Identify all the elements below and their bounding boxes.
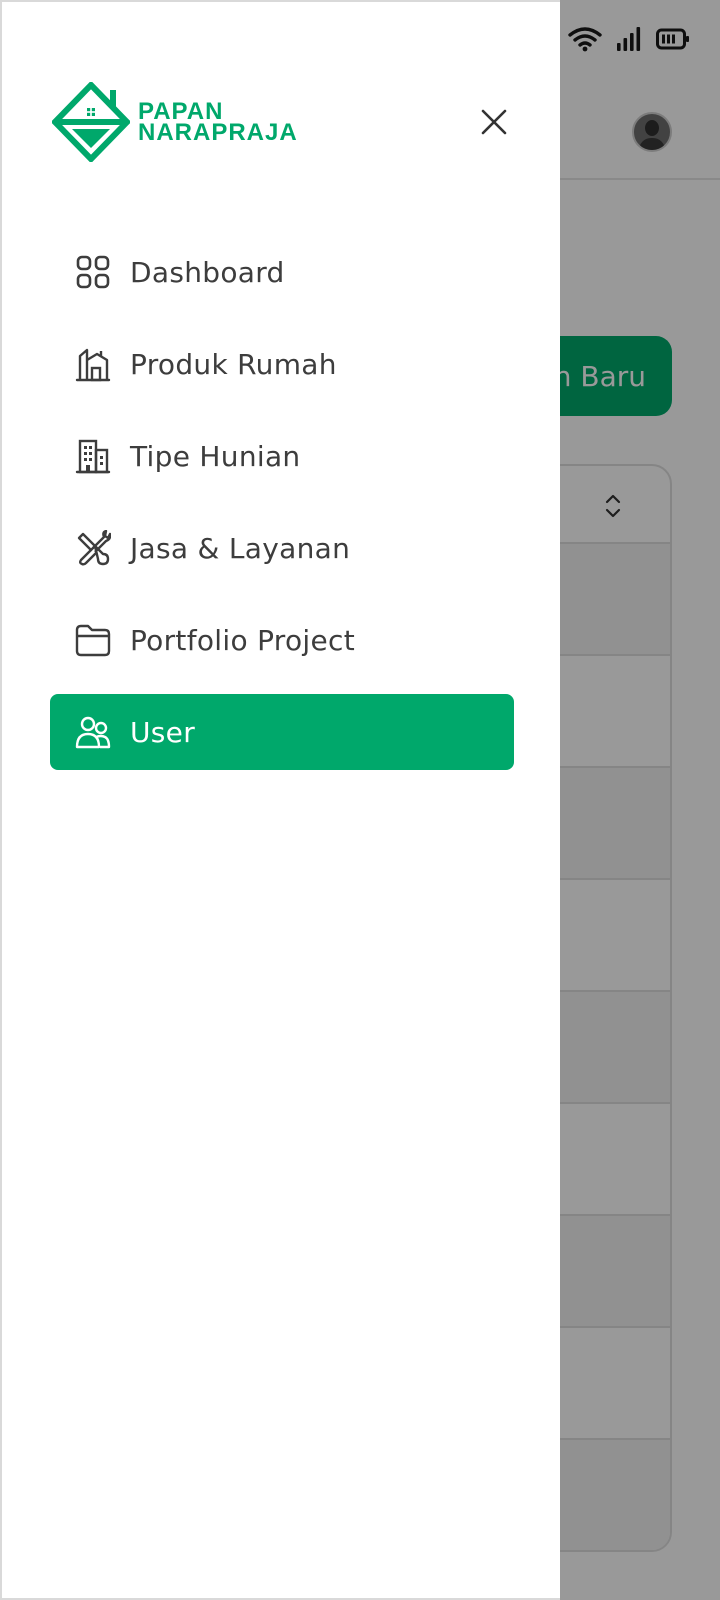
- menu-item-dashboard[interactable]: Dashboard: [50, 234, 514, 310]
- menu-item-portfolio-project[interactable]: Portfolio Project: [50, 602, 514, 678]
- menu-item-produk-rumah[interactable]: Produk Rumah: [50, 326, 514, 402]
- menu-item-jasa-layanan[interactable]: Jasa & Layanan: [50, 510, 514, 586]
- menu-label-tipe-hunian: Tipe Hunian: [130, 439, 301, 473]
- house-icon: [74, 345, 112, 383]
- building-icon: [74, 437, 112, 475]
- logo-wordmark: PAPAN NARAPRAJA: [138, 100, 298, 146]
- logo-house-icon: [52, 82, 130, 162]
- close-icon[interactable]: [478, 106, 510, 138]
- menu-label-produk-rumah: Produk Rumah: [130, 347, 337, 381]
- users-icon: [74, 713, 112, 751]
- app-logo: PAPAN NARAPRAJA: [52, 82, 298, 162]
- logo-line-2: NARAPRAJA: [138, 119, 298, 146]
- menu-label-jasa-layanan: Jasa & Layanan: [130, 531, 351, 565]
- menu-item-tipe-hunian[interactable]: Tipe Hunian: [50, 418, 514, 494]
- drawer-menu: Dashboard Produk Rumah Tipe Hunian Jasa …: [50, 234, 514, 786]
- menu-label-dashboard: Dashboard: [130, 255, 285, 289]
- tools-icon: [74, 529, 112, 567]
- navigation-drawer: PAPAN NARAPRAJA Dashboard Produk Rumah T…: [0, 0, 560, 1600]
- grid-icon: [74, 253, 112, 291]
- menu-label-portfolio-project: Portfolio Project: [130, 623, 355, 657]
- menu-item-user[interactable]: User: [50, 694, 514, 770]
- menu-label-user: User: [130, 715, 196, 749]
- folder-icon: [74, 621, 112, 659]
